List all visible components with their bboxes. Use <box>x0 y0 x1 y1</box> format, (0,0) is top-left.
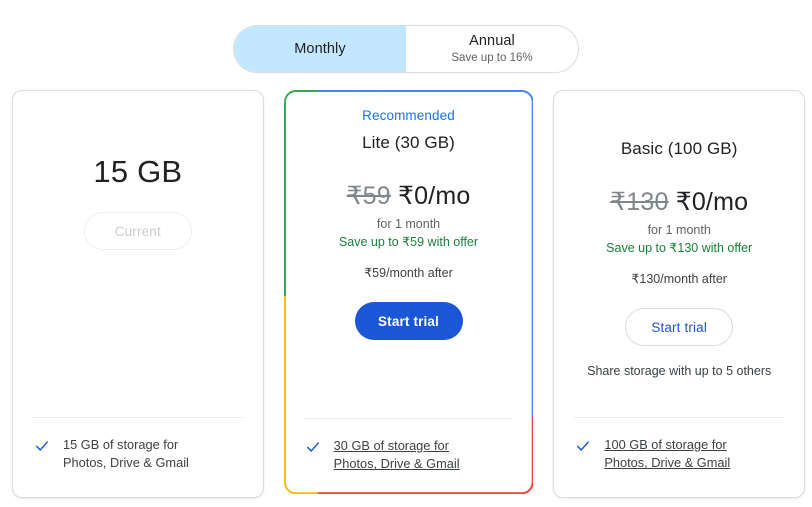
plan-share-note: Share storage with up to 5 others <box>587 364 772 378</box>
plan-feature-line-1[interactable]: 100 GB of storage for <box>604 436 730 455</box>
plan-price-savings: Save up to ₹130 with offer <box>606 241 753 255</box>
billing-toggle-annual-savings: Save up to 16% <box>451 51 533 64</box>
plan-price-after-offer: ₹130/month after <box>631 272 727 286</box>
plan-cards-row: 15 GB Current 15 GB of storage for Photo… <box>12 90 806 498</box>
plan-feature-row: 30 GB of storage for Photos, Drive & Gma… <box>304 437 514 482</box>
recommended-badge: Recommended <box>362 108 455 123</box>
current-plan-button: Current <box>83 212 192 250</box>
plan-price-term: for 1 month <box>647 223 711 237</box>
plan-feature-line-1: 15 GB of storage for <box>63 436 179 452</box>
plan-price-original: ₹59 <box>346 182 391 210</box>
plan-name: Lite (30 GB) <box>362 133 455 152</box>
plan-feature-line-2: Photos, Drive & Gmail <box>63 455 189 471</box>
plan-card-lite-30gb[interactable]: Recommended Lite (30 GB) ₹59 ₹0/mo for 1… <box>283 90 534 498</box>
plan-feature-text[interactable]: 30 GB of storage for Photos, Drive & Gma… <box>334 437 460 474</box>
plan-price-original: ₹130 <box>610 188 669 216</box>
billing-period-toggle-container: Monthly Annual Save up to 16% <box>0 25 812 73</box>
plan-price-current: ₹0/mo <box>675 188 749 216</box>
plan-feature-text: 15 GB of storage for Photos, Drive & Gma… <box>63 436 189 473</box>
plan-card-basic-100gb[interactable]: Basic (100 GB) ₹130 ₹0/mo for 1 month Sa… <box>553 90 806 498</box>
card-divider <box>33 416 243 418</box>
billing-toggle-annual-label: Annual <box>469 33 515 50</box>
plan-feature-line-1[interactable]: 30 GB of storage for <box>334 437 460 456</box>
plan-feature-text[interactable]: 100 GB of storage for Photos, Drive & Gm… <box>604 436 730 473</box>
start-trial-button[interactable]: Start trial <box>354 302 463 340</box>
plan-price-row: ₹130 ₹0/mo <box>610 187 748 217</box>
check-icon <box>36 441 48 451</box>
billing-toggle-annual[interactable]: Annual Save up to 16% <box>406 26 578 72</box>
plan-feature-line-2[interactable]: Photos, Drive & Gmail <box>604 454 730 473</box>
check-icon <box>306 442 319 452</box>
plan-feature-line-2[interactable]: Photos, Drive & Gmail <box>334 455 460 474</box>
billing-period-toggle[interactable]: Monthly Annual Save up to 16% <box>233 25 579 73</box>
plan-price-after-offer: ₹59/month after <box>364 266 453 280</box>
billing-toggle-monthly-label: Monthly <box>294 40 346 57</box>
billing-toggle-monthly[interactable]: Monthly <box>234 26 406 72</box>
plan-price-term: for 1 month <box>376 217 441 231</box>
plan-price-row: ₹59 ₹0/mo <box>347 181 471 211</box>
plan-card-free-15gb[interactable]: 15 GB Current 15 GB of storage for Photo… <box>12 90 264 498</box>
card-divider <box>574 416 785 418</box>
plan-price-current: ₹0/mo <box>398 182 471 210</box>
check-icon <box>577 441 590 451</box>
plan-feature-row: 15 GB of storage for Photos, Drive & Gma… <box>33 436 243 481</box>
plan-price-savings: Save up to ₹59 with offer <box>338 235 479 249</box>
plan-storage-amount: 15 GB <box>93 154 183 189</box>
plan-feature-row: 100 GB of storage for Photos, Drive & Gm… <box>574 436 784 481</box>
card-divider <box>303 417 514 419</box>
plan-name: Basic (100 GB) <box>620 139 738 158</box>
start-trial-button[interactable]: Start trial <box>625 308 734 346</box>
